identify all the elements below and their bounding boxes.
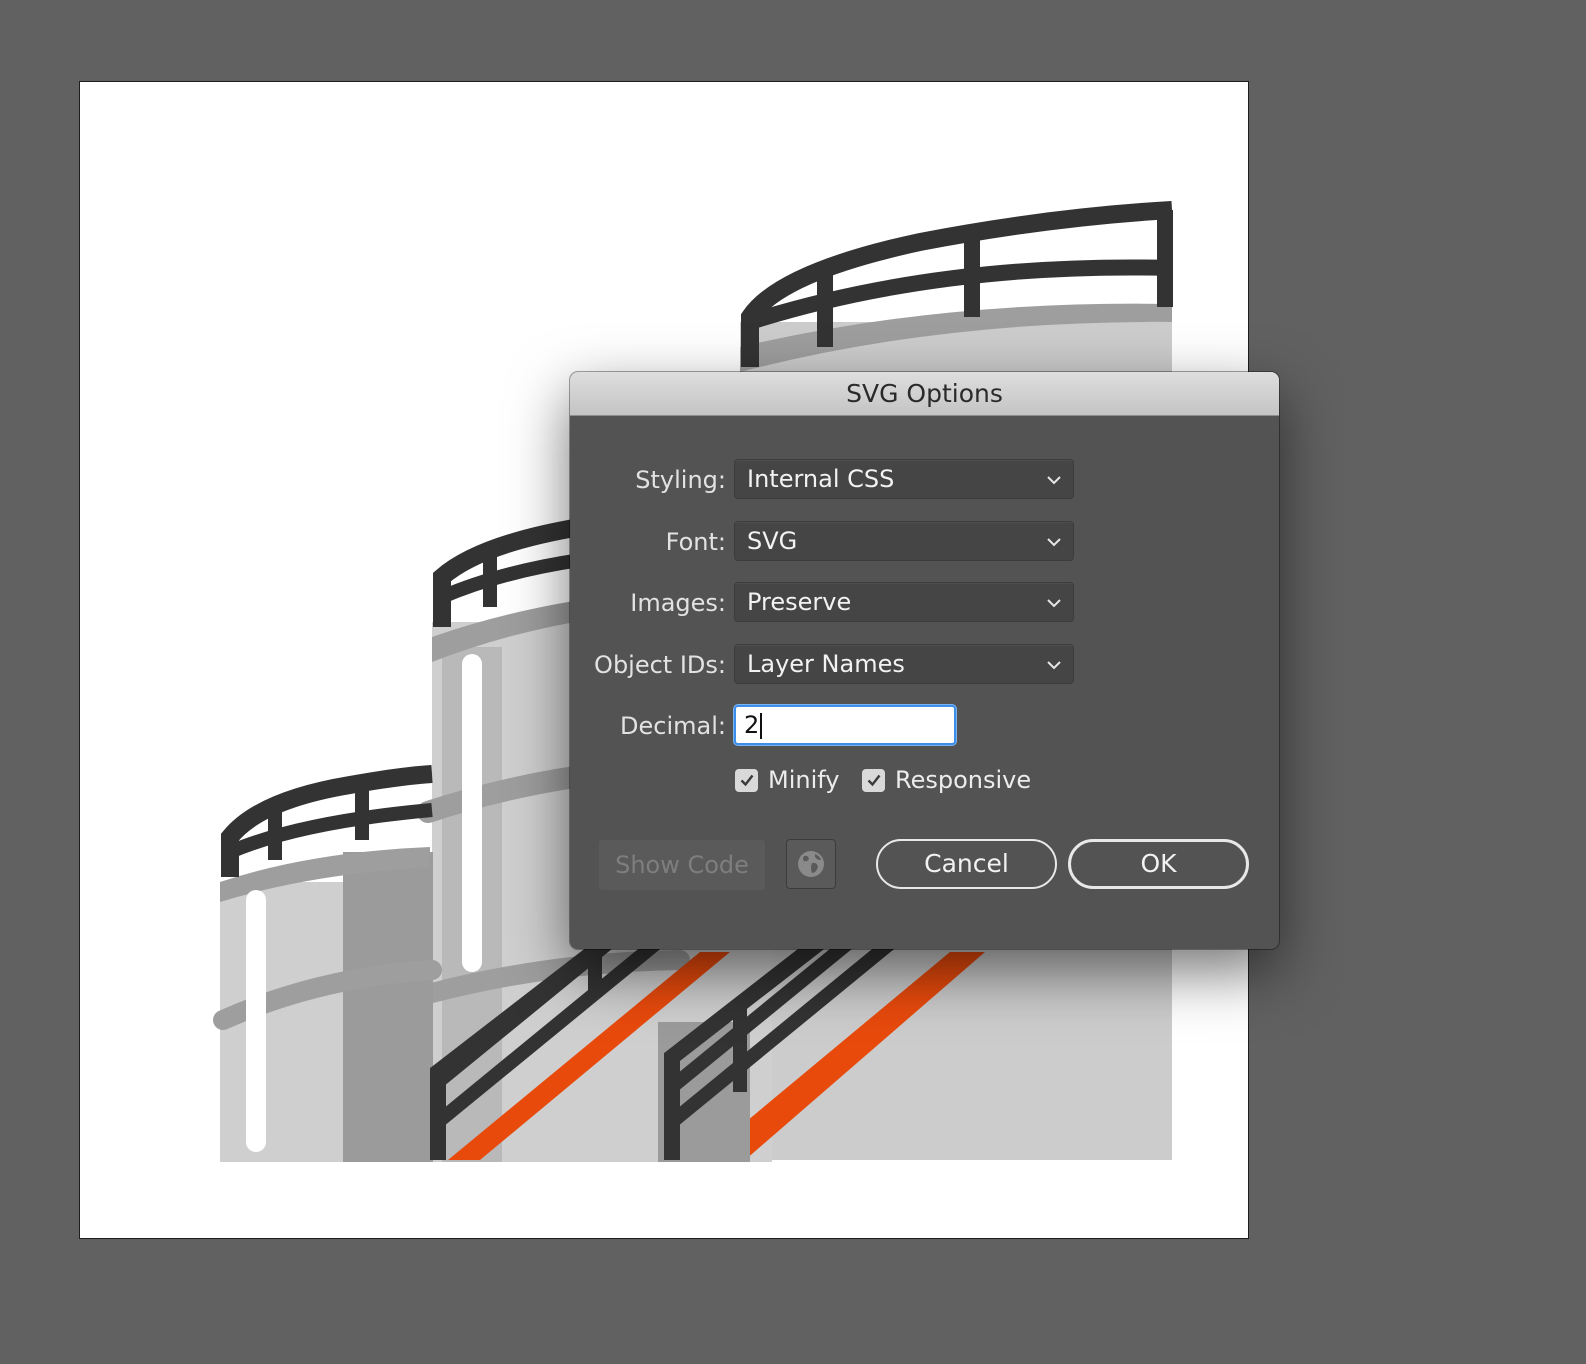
decimal-label: Decimal:: [620, 712, 726, 740]
globe-icon: [798, 851, 824, 877]
images-label: Images:: [630, 589, 726, 617]
dialog-title: SVG Options: [846, 379, 1003, 408]
styling-value: Internal CSS: [747, 465, 895, 493]
object-ids-value: Layer Names: [747, 650, 905, 678]
web-preview-button[interactable]: [786, 839, 836, 889]
object-ids-row: Object IDs: Layer Names: [570, 644, 1279, 684]
svg-options-dialog: SVG Options Styling: Internal CSS Font: …: [570, 372, 1279, 949]
chevron-down-icon: [1047, 599, 1061, 608]
chevron-down-icon: [1047, 538, 1061, 547]
responsive-label: Responsive: [895, 766, 1032, 794]
responsive-checkbox[interactable]: Responsive: [862, 765, 1031, 795]
chevron-down-icon: [1047, 476, 1061, 485]
styling-select[interactable]: Internal CSS: [734, 459, 1074, 499]
styling-row: Styling: Internal CSS: [570, 459, 1279, 499]
show-code-button[interactable]: Show Code: [599, 840, 765, 890]
checkmark-icon: [862, 768, 885, 792]
text-caret: [760, 713, 763, 739]
object-ids-label: Object IDs:: [594, 651, 726, 679]
styling-label: Styling:: [635, 466, 726, 494]
images-value: Preserve: [747, 588, 852, 616]
decimal-value: 2: [744, 711, 760, 739]
object-ids-select[interactable]: Layer Names: [734, 644, 1074, 684]
minify-label: Minify: [768, 766, 840, 794]
font-row: Font: SVG: [570, 521, 1279, 561]
dialog-titlebar[interactable]: SVG Options: [570, 372, 1279, 416]
cancel-button[interactable]: Cancel: [876, 839, 1057, 889]
chevron-down-icon: [1047, 661, 1061, 670]
minify-checkbox[interactable]: Minify: [735, 765, 839, 795]
ok-button[interactable]: OK: [1068, 839, 1249, 889]
images-select[interactable]: Preserve: [734, 582, 1074, 622]
images-row: Images: Preserve: [570, 582, 1279, 622]
decimal-input[interactable]: 2: [734, 705, 956, 745]
font-label: Font:: [665, 528, 726, 556]
font-value: SVG: [747, 527, 798, 555]
font-select[interactable]: SVG: [734, 521, 1074, 561]
checkmark-icon: [735, 768, 758, 792]
decimal-row: Decimal: 2: [570, 705, 1279, 745]
